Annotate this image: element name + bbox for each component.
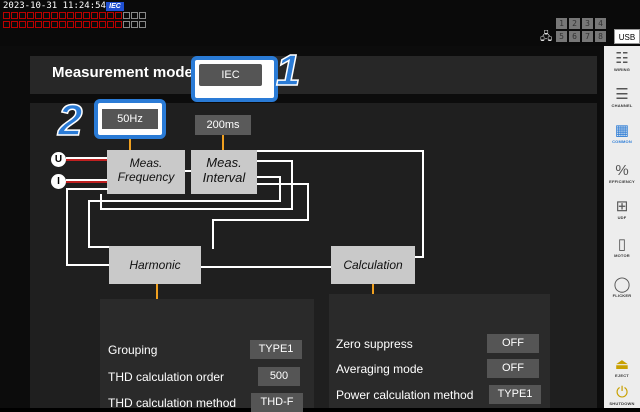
signal-line [66, 264, 110, 266]
zero-suppress-label: Zero suppress [336, 337, 413, 351]
channel-indicator-row-1 [3, 12, 146, 19]
sidebar-item-label: WIRING [613, 67, 631, 72]
signal-line [100, 194, 102, 210]
thd-method-button[interactable]: THD-F [251, 393, 303, 412]
wiring-icon: ☷ [615, 50, 629, 67]
signal-line [257, 183, 309, 185]
signal-line [212, 219, 214, 249]
sidebar-item-eject[interactable]: ⏏ EJECT [604, 356, 640, 378]
calculation-block: Calculation [331, 246, 415, 284]
meas-interval-line1: Meas. [206, 155, 242, 170]
signal-line [200, 266, 331, 268]
channel-1-indicator: 1 [556, 18, 567, 29]
signal-line [88, 246, 110, 248]
flicker-icon: ◯ [613, 276, 631, 293]
signal-line [66, 159, 108, 161]
meas-interval-block: Meas. Interval [191, 150, 257, 194]
signal-line [66, 181, 108, 183]
power-method-button[interactable]: TYPE1 [489, 385, 541, 404]
grouping-button[interactable]: TYPE1 [250, 340, 302, 359]
sidebar-item-label: CHANNEL [611, 103, 633, 108]
measurement-mode-value: IEC [199, 64, 262, 86]
sidebar-item-label: SHUTDOWN [609, 401, 635, 406]
signal-line [66, 188, 108, 190]
sidebar-item-label: MOTOR [614, 253, 630, 258]
meas-frequency-line1: Meas. [129, 156, 163, 170]
measurement-mode-button[interactable]: IEC [191, 56, 278, 102]
signal-line [257, 176, 281, 178]
channel-6-indicator: 6 [569, 31, 580, 42]
connector [372, 284, 374, 294]
thd-order-button[interactable]: 500 [258, 367, 300, 386]
signal-line [291, 160, 293, 210]
meas-interval-line2: Interval [202, 170, 246, 185]
efficiency-icon: % [615, 162, 629, 179]
connector [222, 135, 224, 150]
thd-order-label: THD calculation order [108, 370, 225, 384]
signal-line [257, 160, 293, 162]
mode-badge: IEC [106, 2, 124, 11]
signal-line [88, 200, 90, 248]
udf-icon: ⊞ [615, 198, 629, 215]
sidebar-item-label: UDF [617, 215, 627, 220]
usb-indicator: USB [614, 29, 640, 44]
sidebar-item-wiring[interactable]: ☷ WIRING [604, 50, 640, 72]
harmonic-block: Harmonic [109, 246, 201, 284]
sidebar-item-label: EJECT [615, 373, 629, 378]
sidebar-item-label: EFFICIENCY [609, 179, 635, 184]
channel-8-indicator: 8 [595, 31, 606, 42]
meas-frequency-line2: Frequency [117, 170, 175, 184]
signal-line [66, 188, 68, 266]
measurement-mode-label: Measurement mode [52, 64, 193, 81]
sidebar-item-efficiency[interactable]: % EFFICIENCY [604, 162, 640, 184]
common-icon: ▦ [614, 122, 630, 139]
sidebar-item-common[interactable]: ▦ COMMON [604, 122, 640, 144]
eject-icon: ⏏ [614, 356, 630, 373]
current-input-i: I [51, 174, 66, 189]
sidebar-item-shutdown[interactable]: ⏻ SHUTDOWN [604, 384, 640, 406]
channel-4-indicator: 4 [595, 18, 606, 29]
signal-line [279, 176, 281, 202]
channel-status-top: 1 2 3 4 [556, 18, 606, 29]
connector [129, 139, 131, 150]
signal-line [212, 219, 309, 221]
voltage-input-u: U [51, 152, 66, 167]
channel-3-indicator: 3 [582, 18, 593, 29]
signal-line [307, 183, 309, 221]
averaging-mode-label: Averaging mode [336, 362, 424, 376]
meas-frequency-block: Meas. Frequency [107, 150, 185, 194]
channel-7-indicator: 7 [582, 31, 593, 42]
sidebar-item-label: COMMON [612, 139, 632, 144]
signal-line [185, 170, 191, 172]
channel-icon: ☰ [615, 86, 629, 103]
sidebar-item-channel[interactable]: ☰ CHANNEL [604, 86, 640, 108]
sidebar-item-flicker[interactable]: ◯ FLICKER [604, 276, 640, 298]
timestamp: 2023-10-31 11:24:54 [3, 1, 106, 11]
channel-5-indicator: 5 [556, 31, 567, 42]
grouping-label: Grouping [108, 343, 158, 357]
callout-2: 2 [57, 95, 83, 146]
sidebar-item-label: FLICKER [612, 293, 632, 298]
channel-status-bottom: 5 6 7 8 [556, 31, 606, 42]
frequency-value: 50Hz [102, 109, 158, 129]
sidebar-item-motor[interactable]: ▯ MOTOR [604, 236, 640, 258]
channel-2-indicator: 2 [569, 18, 580, 29]
power-method-label: Power calculation method [336, 388, 474, 402]
network-icon: 🖧 [540, 31, 553, 43]
signal-line [100, 208, 291, 210]
interval-button[interactable]: 200ms [195, 115, 251, 135]
signal-line [257, 150, 424, 152]
zero-suppress-button[interactable]: OFF [487, 334, 539, 353]
signal-line [88, 200, 281, 202]
frequency-button[interactable]: 50Hz [94, 99, 166, 139]
motor-icon: ▯ [617, 236, 627, 253]
sidebar-item-udf[interactable]: ⊞ UDF [604, 198, 640, 220]
signal-line [422, 150, 424, 258]
connector [156, 284, 158, 299]
shutdown-icon: ⏻ [616, 384, 628, 401]
averaging-mode-button[interactable]: OFF [487, 359, 539, 378]
callout-1: 1 [275, 45, 301, 96]
channel-indicator-row-2 [3, 21, 146, 28]
